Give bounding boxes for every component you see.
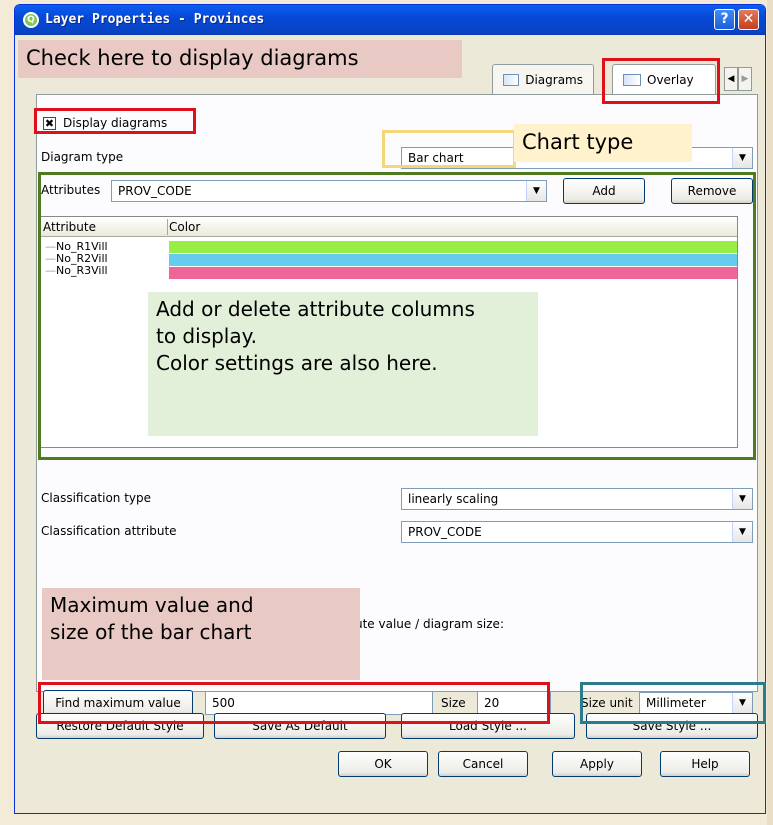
classification-attribute-select[interactable]: PROV_CODE ▼ <box>401 521 753 543</box>
chevron-down-icon: ▼ <box>732 522 752 542</box>
table-row[interactable]: —No_R1Vill <box>45 241 108 252</box>
tab-diagrams-label: Diagrams <box>525 72 583 87</box>
classification-type-label: Classification type <box>41 491 152 505</box>
help-title-button[interactable]: ? <box>714 9 735 30</box>
color-column-header: Color <box>169 220 201 234</box>
color-swatch[interactable] <box>169 267 737 279</box>
diagram-type-label: Diagram type <box>41 150 124 164</box>
max-value-line-2: size of the bar chart <box>50 620 252 644</box>
tab-overlay-label: Overlay <box>647 72 694 87</box>
help-button[interactable]: Help <box>660 751 750 777</box>
size-relation-label: ute value / diagram size: <box>355 617 504 631</box>
size-spinbox[interactable]: 20 <box>477 691 551 715</box>
size-unit-label: Size unit <box>581 696 633 710</box>
table-row[interactable]: —No_R3Vill <box>45 265 108 276</box>
restore-default-style-button[interactable]: Restore Default Style <box>36 713 204 739</box>
add-attribute-button[interactable]: Add <box>563 178 645 204</box>
ok-button[interactable]: OK <box>338 751 428 777</box>
max-value-annotation: Maximum value and size of the bar chart <box>42 588 360 680</box>
classification-type-value: linearly scaling <box>408 492 499 506</box>
attributes-label: Attributes <box>41 183 101 197</box>
attributes-value: PROV_CODE <box>118 184 192 198</box>
overlay-tab-icon <box>623 73 641 86</box>
chevron-down-icon: ▼ <box>526 181 546 201</box>
tab-scroll-right-icon[interactable]: ▶ <box>738 67 752 91</box>
color-swatch[interactable] <box>169 241 737 253</box>
add-delete-annotation: Add or delete attribute columns to displ… <box>148 292 538 436</box>
table-row[interactable]: —No_R2Vill <box>45 253 108 264</box>
classification-attribute-label: Classification attribute <box>41 524 177 538</box>
display-diagrams-label: Display diagrams <box>63 116 168 130</box>
chevron-down-icon: ▼ <box>732 148 752 168</box>
table-header: Attribute Color <box>39 217 737 237</box>
color-swatch[interactable] <box>169 254 737 266</box>
column-divider <box>167 219 168 235</box>
add-delete-line-2: to display. <box>156 324 257 348</box>
cancel-button[interactable]: Cancel <box>438 751 528 777</box>
max-value-line-1: Maximum value and <box>50 593 254 617</box>
tab-diagrams[interactable]: Diagrams <box>492 64 594 94</box>
diagram-type-value: Bar chart <box>408 151 464 165</box>
save-style-button[interactable]: Save Style ... <box>586 713 758 739</box>
classification-attribute-value: PROV_CODE <box>408 525 482 539</box>
chart-type-annotation: Chart type <box>514 124 692 162</box>
save-as-default-button[interactable]: Save As Default <box>214 713 386 739</box>
display-diagrams-checkbox[interactable]: ✖ <box>43 117 56 130</box>
check-here-annotation: Check here to display diagrams <box>18 40 462 78</box>
background-edge <box>767 0 773 825</box>
remove-attribute-button[interactable]: Remove <box>671 178 753 204</box>
apply-button[interactable]: Apply <box>552 751 642 777</box>
window-title: Layer Properties - Provinces <box>45 12 265 27</box>
attribute-name: No_R3Vill <box>56 264 108 277</box>
qgis-app-icon: Q <box>23 12 39 28</box>
close-title-button[interactable]: ✕ <box>738 9 759 30</box>
chevron-down-icon: ▼ <box>732 693 752 713</box>
size-label: Size <box>441 696 466 710</box>
load-style-button[interactable]: Load Style ... <box>401 713 575 739</box>
title-bar: Q Layer Properties - Provinces ? ✕ <box>15 5 765 35</box>
maximum-value-input[interactable]: 500 <box>205 691 433 715</box>
attributes-select[interactable]: PROV_CODE ▼ <box>111 180 547 202</box>
size-unit-value: Millimeter <box>646 696 706 710</box>
tab-scroll-left-icon[interactable]: ◀ <box>724 67 738 91</box>
add-delete-line-1: Add or delete attribute columns <box>156 297 475 321</box>
size-unit-select[interactable]: Millimeter ▼ <box>639 692 753 714</box>
tab-overlay[interactable]: Overlay <box>612 64 716 94</box>
add-delete-line-3: Color settings are also here. <box>156 351 438 375</box>
chevron-down-icon: ▼ <box>732 489 752 509</box>
diagrams-tab-icon <box>503 73 520 86</box>
attribute-column-header: Attribute <box>43 220 96 234</box>
classification-type-select[interactable]: linearly scaling ▼ <box>401 488 753 510</box>
